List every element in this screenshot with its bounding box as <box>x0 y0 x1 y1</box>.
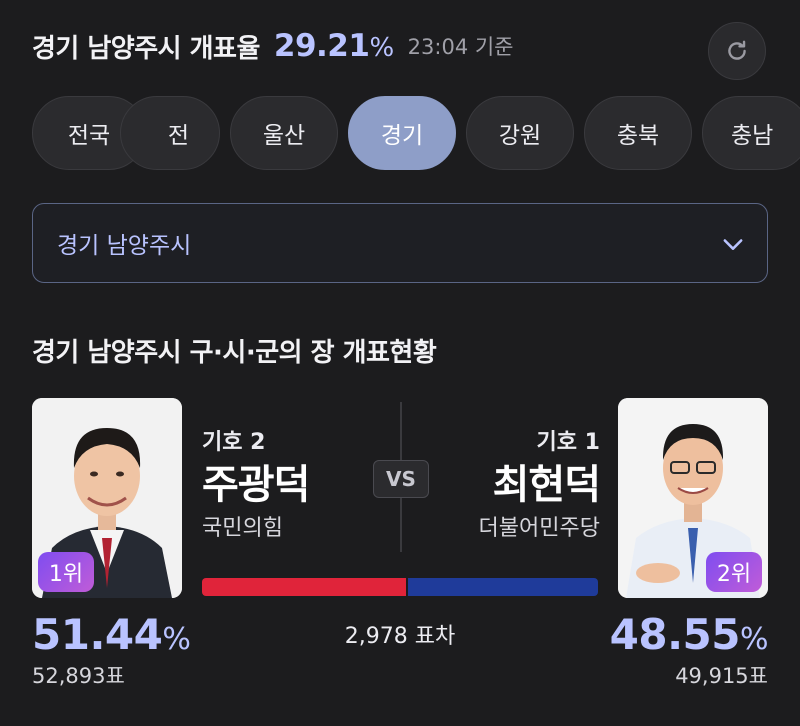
count-rate-value: 29.21 <box>273 28 370 64</box>
page-title: 경기 남양주시 개표율 <box>32 33 260 64</box>
refresh-button[interactable] <box>708 22 766 80</box>
candidate-photo-right: 2위 <box>618 398 768 598</box>
tab-gangwon[interactable]: 강원 <box>466 96 574 170</box>
vote-percent-right-value: 48.55 <box>609 610 741 659</box>
tab-gyeonggi[interactable]: 경기 <box>348 96 456 170</box>
district-select[interactable]: 경기 남양주시 <box>32 203 768 283</box>
vote-share-bar-right <box>405 578 598 596</box>
count-rate-unit: % <box>369 33 394 63</box>
candidate-party-right: 더불어민주당 <box>478 516 600 541</box>
vote-percent-right: 48.55% <box>609 610 769 659</box>
tab-chungbuk[interactable]: 충북 <box>584 96 692 170</box>
vote-count-right: 49,915표 <box>675 664 768 688</box>
tab-ulsan[interactable]: 울산 <box>230 96 338 170</box>
vote-count-left: 52,893표 <box>32 664 125 688</box>
candidate-photo-left: 1위 <box>32 398 182 598</box>
vote-share-bar <box>202 578 598 596</box>
candidate-name-right: 최현덕 <box>492 462 601 508</box>
tab-chungnam[interactable]: 충남 <box>702 96 800 170</box>
rank-badge-right: 2위 <box>706 552 762 592</box>
region-tabs: 전국 전 울산 경기 강원 충북 충남 <box>0 96 800 172</box>
section-title: 경기 남양주시 구·시·군의 장 개표현황 <box>32 338 437 368</box>
vote-share-bar-left <box>202 578 406 596</box>
candidate-party-left: 국민의힘 <box>202 516 283 541</box>
candidate-name-left: 주광덕 <box>202 462 310 508</box>
tab-jeonbuk[interactable]: 전 <box>120 96 220 170</box>
vs-badge: VS <box>373 460 429 498</box>
update-time: 23:04 기준 <box>407 35 514 59</box>
chevron-down-icon <box>723 239 743 250</box>
header: 경기 남양주시 개표율 29.21% 23:04 기준 <box>32 22 768 80</box>
district-select-value: 경기 남양주시 <box>57 233 192 259</box>
rank-badge-left: 1위 <box>38 552 94 592</box>
refresh-icon <box>728 40 746 60</box>
count-rate: 29.21% <box>274 28 394 64</box>
vote-percent-right-unit: % <box>739 622 769 657</box>
